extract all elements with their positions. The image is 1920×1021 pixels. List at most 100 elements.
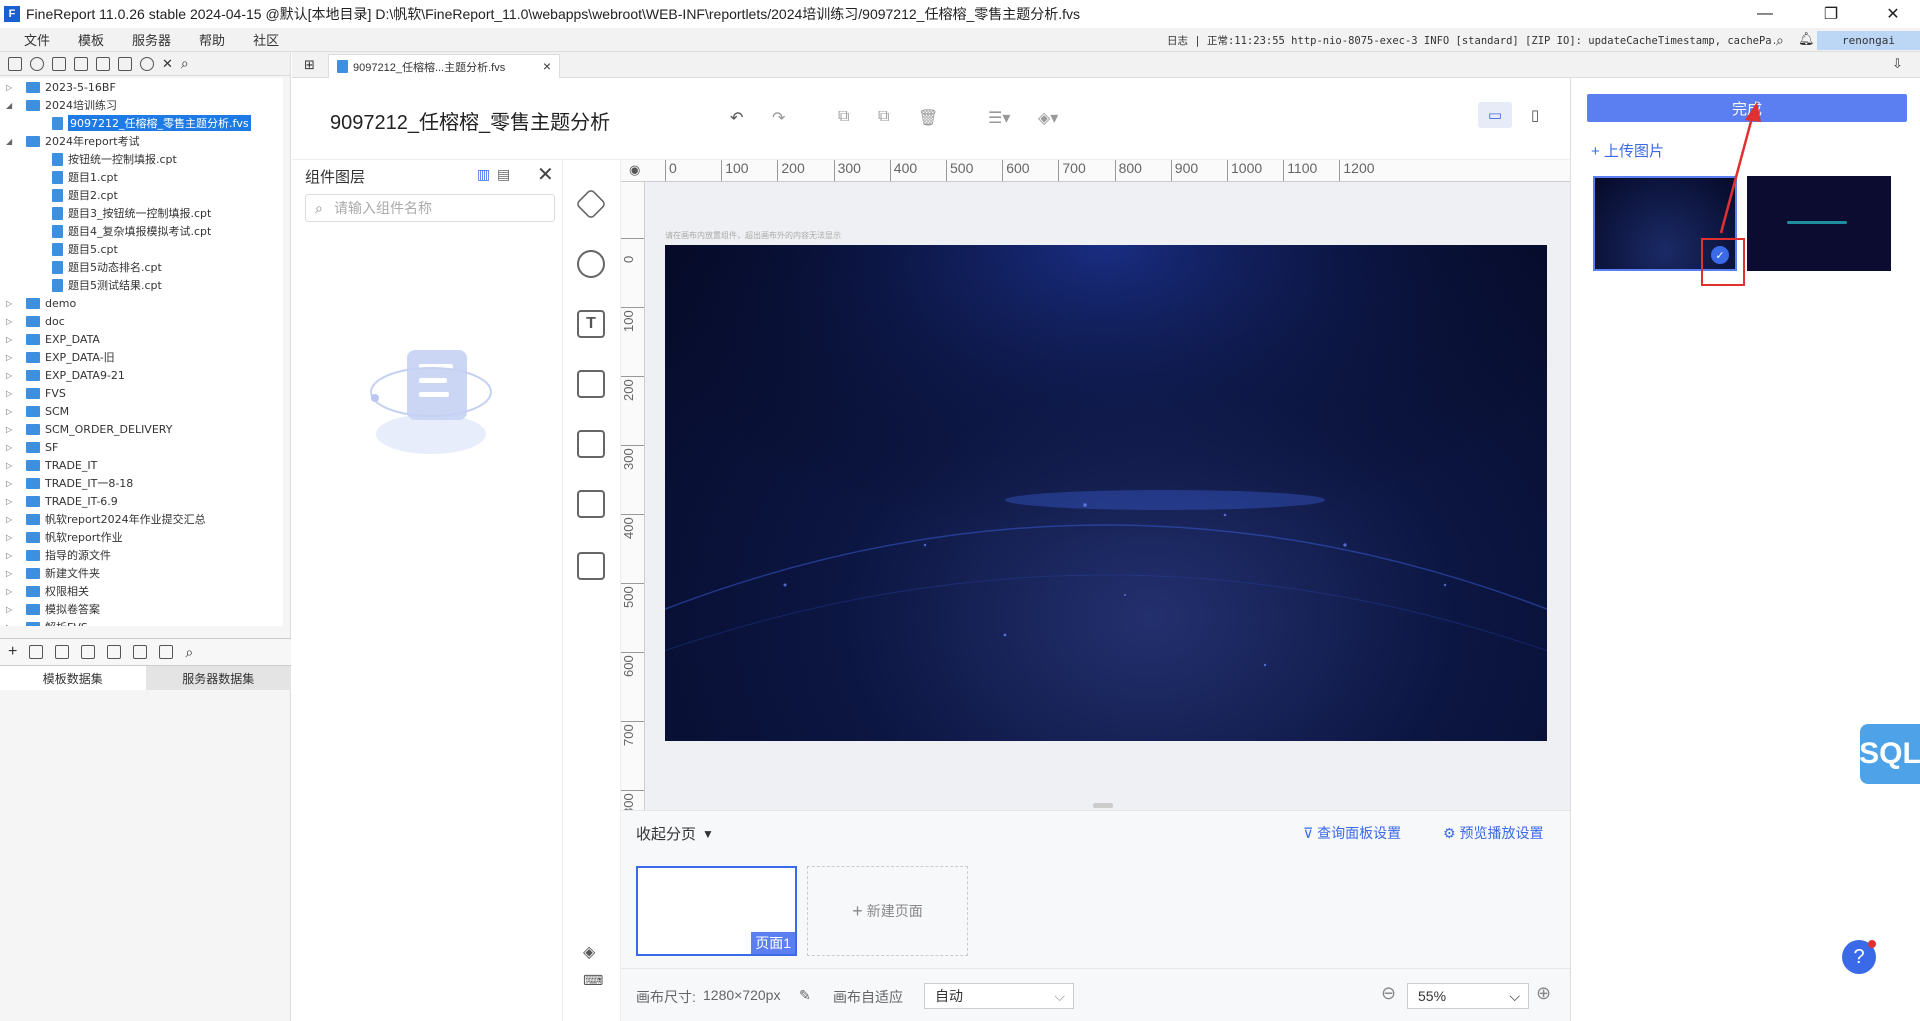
- tree-expander-icon[interactable]: ▷: [6, 299, 16, 308]
- tree-expander-icon[interactable]: ▷: [6, 443, 16, 452]
- tree-folder[interactable]: ▷ 帆软report2024年作业提交汇总: [0, 510, 283, 528]
- chart-component-icon[interactable]: [577, 250, 605, 278]
- tree-folder[interactable]: ▷ 帆软report作业: [0, 528, 283, 546]
- close-window-button[interactable]: ✕: [1870, 0, 1916, 28]
- maximize-button[interactable]: ❐: [1808, 0, 1854, 28]
- new-template-icon[interactable]: [8, 56, 22, 71]
- add-dataset-icon[interactable]: +: [8, 643, 17, 661]
- close-layers-icon[interactable]: ✕: [537, 162, 554, 187]
- tree-file[interactable]: 题目2.cpt: [0, 186, 283, 204]
- delete-component-icon[interactable]: 🗑︎: [918, 108, 938, 128]
- tree-file[interactable]: 9097212_任榕榕_零售主题分析.fvs: [0, 114, 283, 132]
- upload-image-link[interactable]: + 上传图片: [1591, 140, 1664, 161]
- tree-file[interactable]: 题目5动态排名.cpt: [0, 258, 283, 276]
- keyboard-icon[interactable]: ⌨: [583, 972, 603, 989]
- tree-folder[interactable]: ▷ SCM_ORDER_DELIVERY: [0, 420, 283, 438]
- desktop-view-icon[interactable]: ▭: [1478, 102, 1512, 128]
- new-page-button[interactable]: + 新建页面: [807, 866, 968, 956]
- layer-order-icon[interactable]: ◈▾: [1038, 108, 1058, 128]
- log-status[interactable]: 日志 | 正常:11:23:55 http-nio-8075-exec-3 IN…: [1167, 28, 1775, 52]
- collapse-all-icon[interactable]: ✕: [162, 56, 173, 72]
- document-tab[interactable]: 9097212_任榕榕...主题分析.fvs ×: [328, 54, 560, 78]
- zoom-select[interactable]: 55% ⌵: [1407, 983, 1529, 1009]
- canvas-adapt-select[interactable]: 自动 ⌵: [924, 983, 1074, 1009]
- user-badge[interactable]: renongai: [1817, 31, 1920, 50]
- tree-folder[interactable]: ◢ 2024年report考试: [0, 132, 283, 150]
- tree-search-icon[interactable]: ⌕: [181, 55, 189, 72]
- tree-expander-icon[interactable]: ▷: [6, 407, 16, 416]
- refresh-icon[interactable]: [30, 56, 44, 71]
- delete-icon[interactable]: [74, 56, 88, 71]
- tree-folder[interactable]: ▷ 新建文件夹: [0, 564, 283, 582]
- move-icon[interactable]: [118, 56, 132, 71]
- minimize-button[interactable]: —: [1742, 0, 1788, 28]
- paste-icon[interactable]: ⧉: [878, 108, 889, 126]
- tree-expander-icon[interactable]: ▷: [6, 335, 16, 344]
- preview-dataset-icon[interactable]: [81, 645, 96, 659]
- help-button[interactable]: ?: [1842, 940, 1876, 974]
- tree-expander-icon[interactable]: ▷: [6, 317, 16, 326]
- tree-folder[interactable]: ▷ 指导的源文件: [0, 546, 283, 564]
- layer-split-icon[interactable]: ▤: [497, 166, 510, 183]
- dataset-search-icon[interactable]: ⌕: [185, 644, 193, 661]
- tree-expander-icon[interactable]: ▷: [6, 551, 16, 560]
- tree-folder[interactable]: ▷ 2023-5-16BF: [0, 78, 283, 96]
- template-icon[interactable]: [52, 56, 66, 71]
- layer-search-input[interactable]: 请输入组件名称: [305, 194, 555, 222]
- tree-expander-icon[interactable]: ▷: [6, 515, 16, 524]
- tree-folder[interactable]: ▷ 权限相关: [0, 582, 283, 600]
- tree-folder[interactable]: ▷ TRADE_IT-6.9: [0, 492, 283, 510]
- bell-icon[interactable]: 🔔︎: [1798, 31, 1815, 47]
- tree-expander-icon[interactable]: ▷: [6, 389, 16, 398]
- media-component-icon[interactable]: [577, 370, 605, 398]
- search-icon[interactable]: ⌕: [1776, 32, 1784, 49]
- tab-menu-icon[interactable]: ⊞: [304, 57, 315, 73]
- tab-extra-icon[interactable]: ⇩: [1892, 56, 1903, 72]
- query-panel-settings-link[interactable]: ⊽ 查询面板设置: [1303, 823, 1401, 843]
- tree-expander-icon[interactable]: ▷: [6, 497, 16, 506]
- container-component-icon[interactable]: [577, 430, 605, 458]
- archive-component-icon[interactable]: [577, 552, 605, 580]
- tree-folder[interactable]: ▷ TRADE_IT: [0, 456, 283, 474]
- align-icon[interactable]: ☰▾: [988, 108, 1010, 128]
- canvas-resize-handle[interactable]: [1093, 803, 1113, 808]
- tree-folder[interactable]: ◢ 2024培训练习: [0, 96, 283, 114]
- mobile-view-icon[interactable]: ▯: [1518, 102, 1552, 128]
- dashboard-canvas[interactable]: [665, 245, 1547, 741]
- text-component-icon[interactable]: T: [577, 310, 605, 338]
- tree-expander-icon[interactable]: ▷: [6, 479, 16, 488]
- edit-size-icon[interactable]: ✎: [799, 987, 811, 1004]
- 3d-component-icon[interactable]: [575, 188, 607, 220]
- database-icon[interactable]: [133, 645, 148, 659]
- tree-folder[interactable]: ▷ EXP_DATA: [0, 330, 283, 348]
- tree-folder[interactable]: ▷ doc: [0, 312, 283, 330]
- zoom-out-icon[interactable]: ⊖: [1381, 983, 1396, 1004]
- tree-folder[interactable]: ▷ SCM: [0, 402, 283, 420]
- tree-expander-icon[interactable]: ▷: [6, 533, 16, 542]
- database-link-icon[interactable]: [159, 645, 174, 659]
- tab-template-dataset[interactable]: 模板数据集: [0, 666, 146, 690]
- tree-expander-icon[interactable]: ▷: [6, 371, 16, 380]
- tree-expander-icon[interactable]: ▷: [6, 623, 16, 627]
- sql-floating-button[interactable]: SQL: [1859, 724, 1920, 784]
- tree-expander-icon[interactable]: ▷: [6, 461, 16, 470]
- tree-folder[interactable]: ▷ EXP_DATA9-21: [0, 366, 283, 384]
- remove-dataset-icon[interactable]: [55, 645, 70, 659]
- tree-file[interactable]: 题目5.cpt: [0, 240, 283, 258]
- tree-folder[interactable]: ▷ 解析FVS: [0, 618, 283, 626]
- tree-folder[interactable]: ▷ TRADE_IT一8-18: [0, 474, 283, 492]
- tree-file[interactable]: 题目3_按钮统一控制填报.cpt: [0, 204, 283, 222]
- locate-icon[interactable]: [140, 56, 154, 71]
- edit-icon[interactable]: [29, 645, 44, 659]
- menu-community[interactable]: 社区: [239, 30, 293, 49]
- tree-file[interactable]: 题目1.cpt: [0, 168, 283, 186]
- layers-toggle-icon[interactable]: ◈: [583, 942, 595, 962]
- tree-file[interactable]: 题目4_复杂填报模拟考试.cpt: [0, 222, 283, 240]
- redo-icon[interactable]: ↷: [772, 108, 785, 128]
- zoom-in-icon[interactable]: ⊕: [1536, 983, 1551, 1004]
- tree-expander-icon[interactable]: ▷: [6, 569, 16, 578]
- menu-template[interactable]: 模板: [64, 30, 118, 49]
- close-tab-icon[interactable]: ×: [543, 58, 551, 74]
- menu-server[interactable]: 服务器: [118, 30, 185, 49]
- tree-folder[interactable]: ▷ FVS: [0, 384, 283, 402]
